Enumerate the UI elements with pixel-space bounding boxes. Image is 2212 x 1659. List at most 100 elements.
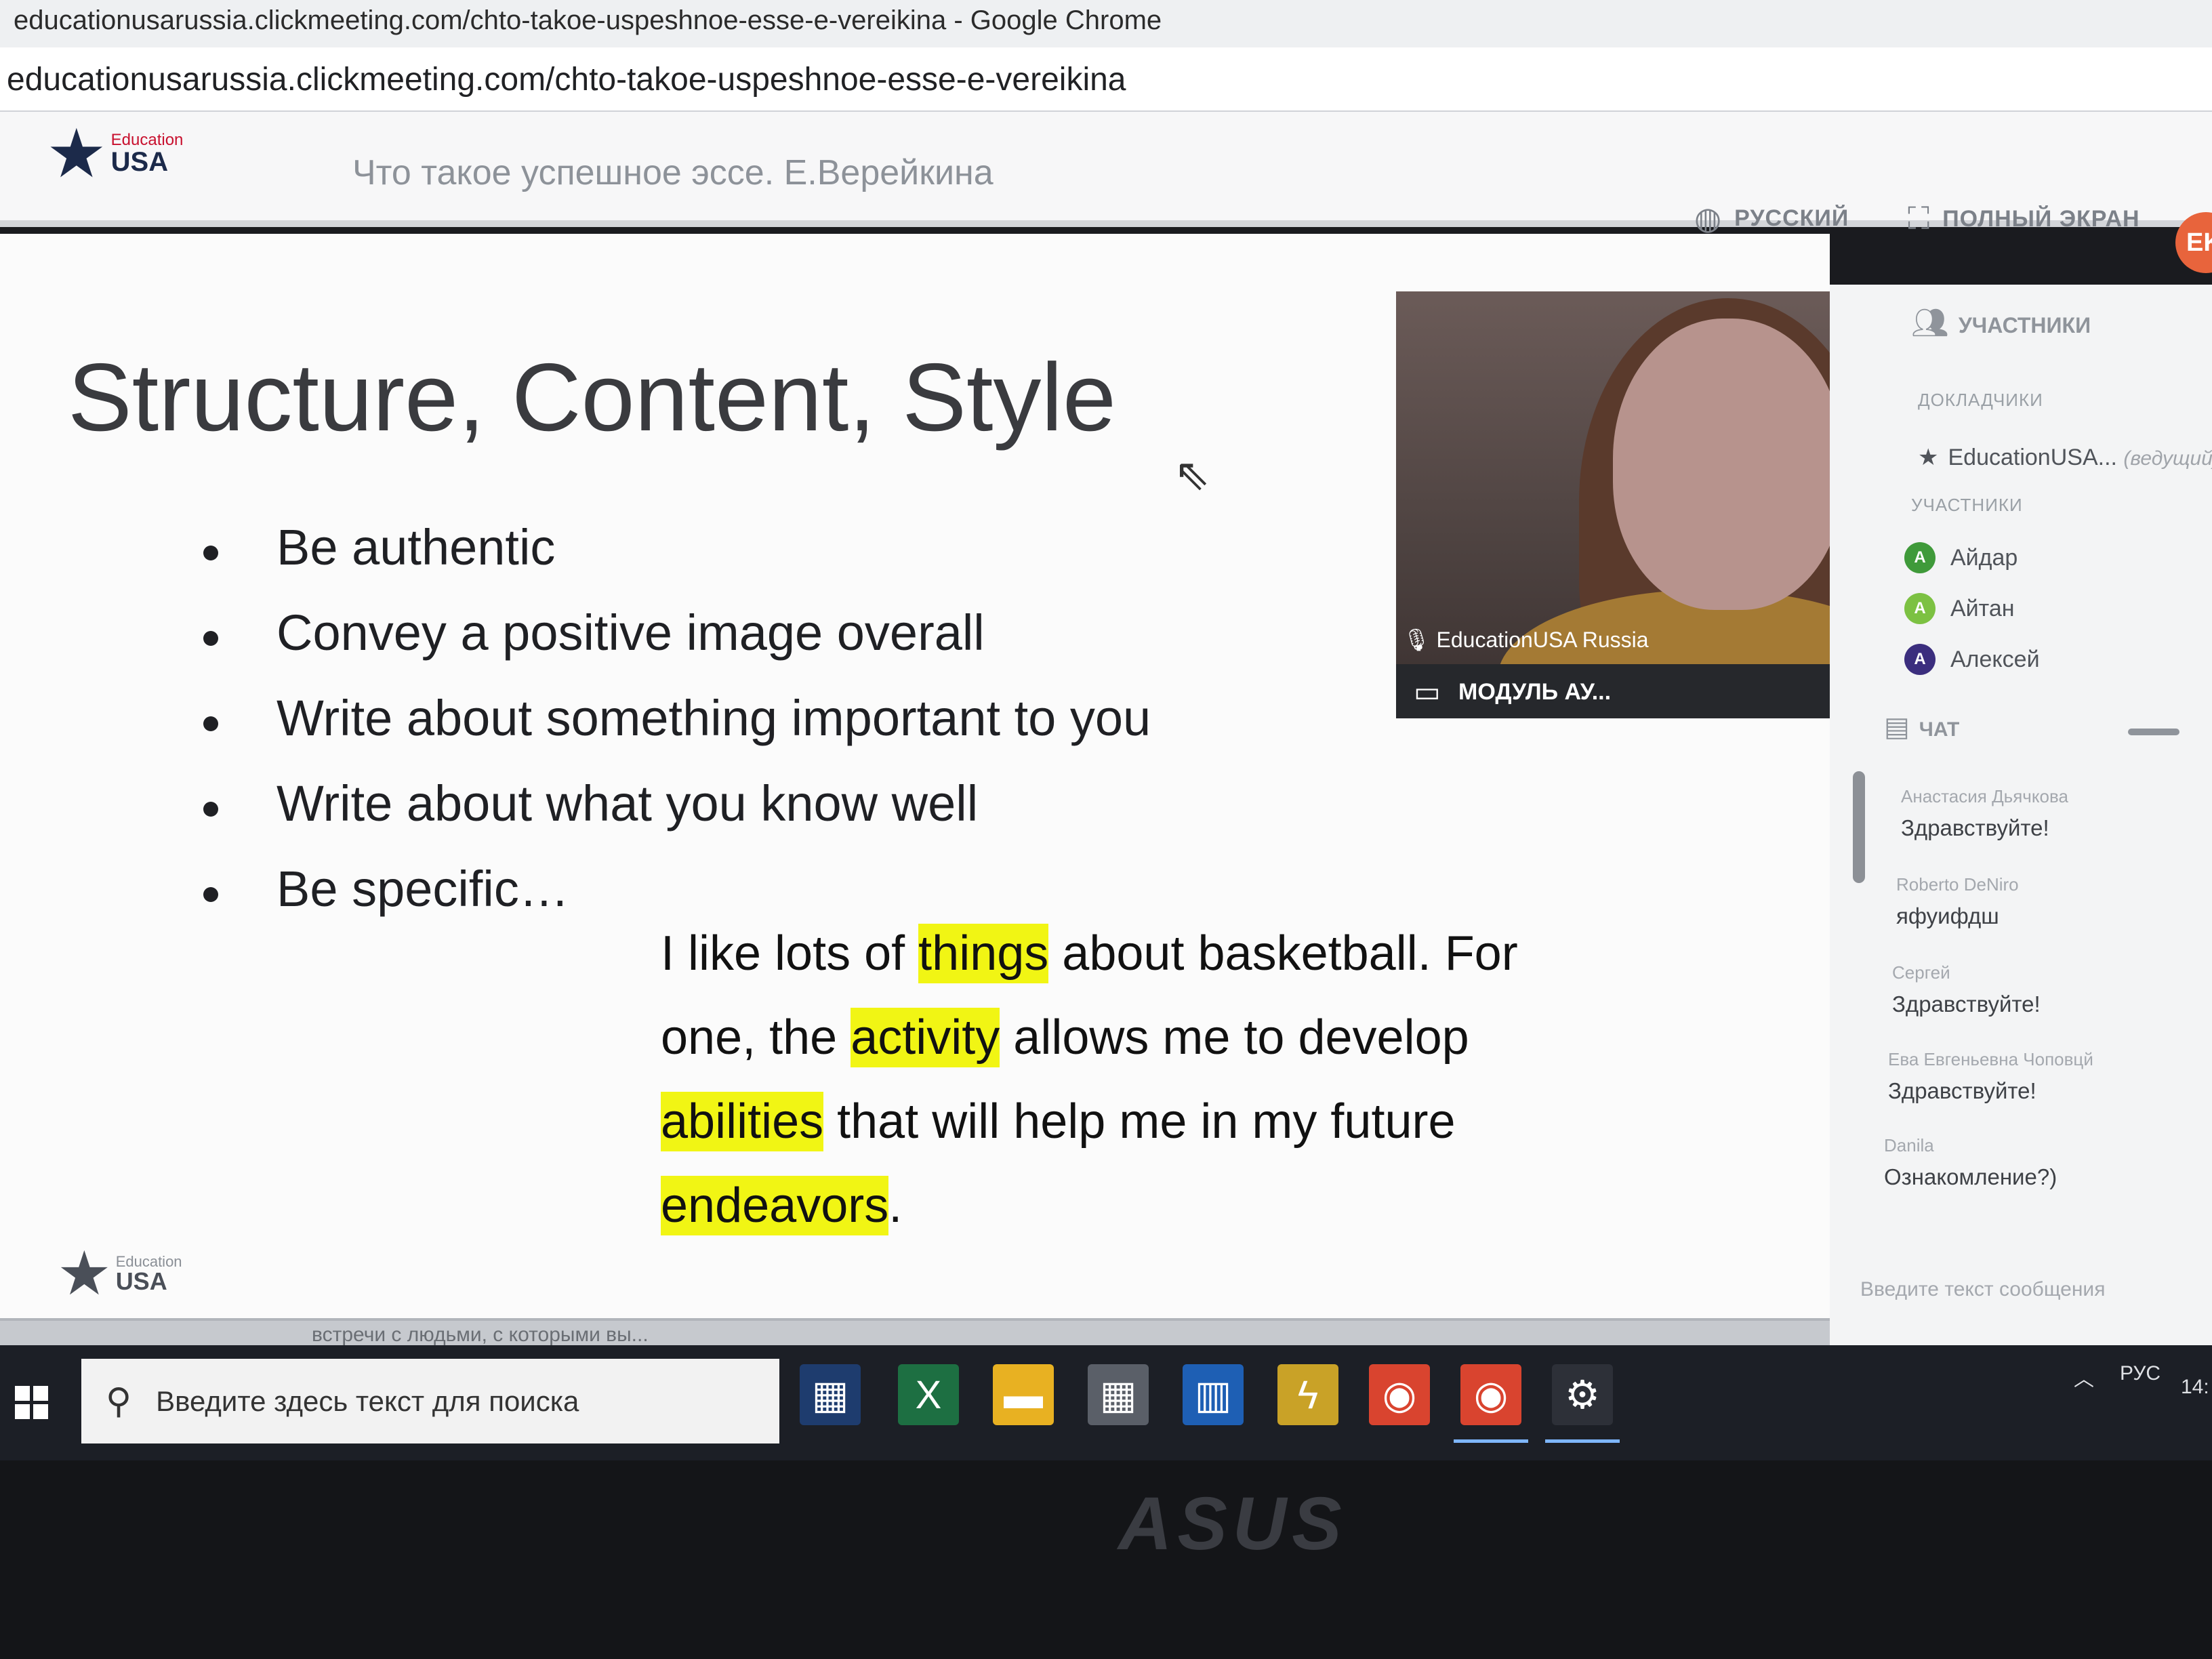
participant-item[interactable]: A Айтан <box>1904 593 2015 624</box>
tray-chevron-icon[interactable]: ︿ <box>2074 1362 2094 1392</box>
chat-message-input[interactable]: Введите текст сообщения <box>1860 1278 2105 1301</box>
chrome-profile-icon[interactable]: ◉ <box>1454 1364 1528 1443</box>
chat-message: Анастасия Дьячкова Здравствуйте! <box>1901 786 2199 841</box>
chat-icon: ▤ <box>1884 712 1910 742</box>
quote-text: I like lots of <box>661 926 919 981</box>
tray-language[interactable]: РУС <box>2120 1362 2160 1385</box>
chat-header[interactable]: ▤ ЧАТ <box>1884 712 1959 743</box>
language-button[interactable]: ◍ РУССКИЙ <box>1694 200 1849 237</box>
chat-message-author: Ева Евгеньевна Чоповцй <box>1888 1049 2093 1069</box>
calculator-icon[interactable]: ▦ <box>1088 1364 1149 1425</box>
search-placeholder: Введите здесь текст для поиска <box>156 1385 579 1417</box>
slide-footer-logo: ★ Education USA <box>57 1244 182 1305</box>
microphone-icon: 🎙︎ <box>1403 628 1431 652</box>
presenter-item[interactable]: ★ EducationUSA... (ведущий) <box>1918 444 2212 471</box>
quote-text: allows me to develop <box>1000 1010 1469 1065</box>
chat-minimize-button[interactable] <box>2128 729 2179 735</box>
education-usa-logo: ★ Education USA <box>46 120 183 188</box>
participants-header[interactable]: 👥︎ УЧАСТНИКИ <box>1911 305 2091 340</box>
fullscreen-icon: ⛶ <box>1908 201 1931 236</box>
language-label: РУССКИЙ <box>1734 205 1849 231</box>
chat-message: Danila Ознакомление?) <box>1884 1135 2182 1190</box>
av-module-label[interactable]: МОДУЛЬ АУ... <box>1458 679 1611 705</box>
media-app-icon[interactable]: ▦ <box>800 1364 861 1425</box>
next-slide-peek: встречи с людьми, с которыми вы... <box>0 1318 1830 1345</box>
slide-bullet: Write about something important to you <box>203 689 1151 775</box>
chat-message-author: Danila <box>1884 1135 1934 1155</box>
chat-message-text: яфуифдш <box>1896 903 1999 928</box>
logo-big-text: USA <box>115 1267 167 1295</box>
attendees-label: УЧАСТНИКИ <box>1911 495 2023 515</box>
bezel-brand-logo: ASUS <box>1118 1482 1347 1565</box>
slide-bullet-list: Be authentic Convey a positive image ove… <box>203 518 1151 945</box>
chat-message: Roberto DeNiro яфуифдш <box>1896 874 2194 929</box>
user-avatar[interactable]: EK <box>2175 212 2212 273</box>
books-app-icon[interactable]: ▥ <box>1183 1364 1244 1425</box>
taskbar-search-input[interactable]: ⚲ Введите здесь текст для поиска <box>81 1359 779 1443</box>
sidebar-panel: 👥︎ УЧАСТНИКИ ДОКЛАДЧИКИ ★ EducationUSA... … <box>1830 285 2212 1345</box>
participant-item[interactable]: A Алексей <box>1904 644 2040 675</box>
chat-scrollbar[interactable] <box>1853 771 1865 883</box>
participant-name: Айдар <box>1950 544 2018 571</box>
participants-title: УЧАСТНИКИ <box>1958 313 2091 337</box>
speaker-video[interactable]: 🎙︎ EducationUSA Russia ▭ МОДУЛЬ АУ... ⤢ <box>1396 291 1881 718</box>
window-title-bar: educationusarussia.clickmeeting.com/chto… <box>0 0 2212 47</box>
quote-highlight: endeavors <box>661 1176 889 1235</box>
slide-bullet: Write about what you know well <box>203 775 1151 860</box>
participants-icon: 👥︎ <box>1911 306 1949 340</box>
chat-message: Сергей Здравствуйте! <box>1892 962 2190 1017</box>
laptop-bezel <box>0 1460 2212 1659</box>
address-bar[interactable]: educationusarussia.clickmeeting.com/chto… <box>0 47 2212 112</box>
logo-small-text: Education <box>110 131 184 149</box>
star-logo-icon: ★ <box>46 116 107 192</box>
presenter-role: (ведущий) <box>2123 447 2212 470</box>
speaker-name: EducationUSA Russia <box>1436 628 1649 652</box>
quote-highlight: activity <box>851 1008 1000 1067</box>
settings-gear-icon[interactable]: ⚙ <box>1545 1364 1620 1443</box>
presenters-label: ДОКЛАДЧИКИ <box>1918 390 2043 410</box>
chat-message-author: Сергей <box>1892 962 1950 983</box>
speaker-name-label: 🎙︎ EducationUSA Russia <box>1403 627 1649 653</box>
windows-taskbar: ⚲ Введите здесь текст для поиска ▦ X ▬ ▦… <box>0 1345 2212 1460</box>
search-icon: ⚲ <box>106 1381 132 1421</box>
chat-message-text: Здравствуйте! <box>1901 815 2049 840</box>
slide-bullet: Convey a positive image overall <box>203 604 1151 689</box>
star-logo-icon: ★ <box>57 1240 112 1308</box>
participant-name: Айтан <box>1950 595 2015 621</box>
chat-message: Ева Евгеньевна Чоповцй Здравствуйте! <box>1888 1049 2186 1104</box>
windows-start-icon[interactable] <box>15 1386 48 1419</box>
chat-message-author: Roberto DeNiro <box>1896 874 2019 895</box>
chrome-icon[interactable]: ◉ <box>1369 1364 1430 1425</box>
quote-highlight: abilities <box>661 1092 824 1151</box>
chat-message-text: Ознакомление?) <box>1884 1164 2057 1189</box>
presenter-star-icon: ★ <box>1918 445 1939 470</box>
slide-title: Structure, Content, Style <box>68 344 1116 451</box>
globe-icon: ◍ <box>1694 201 1723 236</box>
file-explorer-icon[interactable]: ▬ <box>993 1364 1054 1425</box>
participant-avatar: A <box>1904 542 1936 573</box>
fullscreen-label: ПОЛНЫЙ ЭКРАН <box>1942 205 2140 232</box>
slide-bullet: Be authentic <box>203 518 1151 604</box>
participant-name: Алексей <box>1950 646 2040 672</box>
video-control-bar: ▭ МОДУЛЬ АУ... ⤢ <box>1396 664 1881 718</box>
participant-avatar: A <box>1904 644 1936 675</box>
quote-text: that will help me in my future <box>823 1094 1456 1149</box>
webinar-header: ★ Education USA Что такое успешное эссе.… <box>0 112 2212 273</box>
logo-big-text: USA <box>110 147 169 177</box>
chat-message-text: Здравствуйте! <box>1888 1078 2036 1103</box>
video-figure-face <box>1613 319 1843 610</box>
chat-title: ЧАТ <box>1919 718 1960 741</box>
participant-avatar: A <box>1904 593 1936 624</box>
excel-icon[interactable]: X <box>898 1364 959 1425</box>
chat-message-author: Анастасия Дьячкова <box>1901 786 2068 806</box>
fullscreen-button[interactable]: ⛶ ПОЛНЫЙ ЭКРАН <box>1908 200 2140 238</box>
mouse-cursor-icon: ⇖ <box>1174 450 1210 499</box>
camera-icon[interactable]: ▭ <box>1414 675 1441 708</box>
participant-item[interactable]: A Айдар <box>1904 542 2018 573</box>
example-quote: I like lots of things about basketball. … <box>661 912 1623 1248</box>
webinar-title: Что такое успешное эссе. Е.Верейкина <box>352 153 994 192</box>
tray-clock[interactable]: 14: <box>2181 1376 2209 1399</box>
quote-text: . <box>888 1179 903 1233</box>
presenter-name: EducationUSA... <box>1948 445 2117 470</box>
lightning-app-icon[interactable]: ϟ <box>1277 1364 1338 1425</box>
